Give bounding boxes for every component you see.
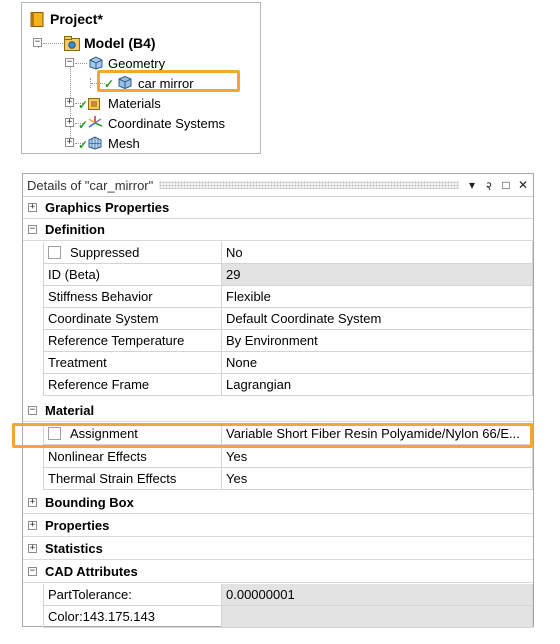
expand-toggle[interactable]: + [65, 98, 74, 107]
property-label: Nonlinear Effects [43, 446, 221, 468]
property-value[interactable]: Default Coordinate System [221, 308, 533, 330]
close-icon[interactable]: ✕ [516, 178, 530, 192]
property-value[interactable]: None [221, 352, 533, 374]
tree-node-label: Coordinate Systems [108, 115, 226, 131]
tree-node-coordinate-systems[interactable]: ✓ Coordinate Systems [78, 113, 226, 133]
highlight-callout [12, 423, 533, 448]
property-row-part-tolerance: PartTolerance: 0.00000001 [23, 584, 533, 606]
tree-node-label: Project* [50, 11, 103, 27]
property-label: Coordinate System [43, 308, 221, 330]
group-label: Definition [45, 222, 105, 237]
property-row-color: Color:143.175.143 [23, 606, 533, 628]
group-label: Properties [45, 518, 110, 533]
expand-toggle[interactable]: + [28, 521, 37, 530]
property-row-coordinate-system[interactable]: Coordinate System Default Coordinate Sys… [23, 308, 533, 330]
property-value[interactable]: Lagrangian [221, 374, 533, 396]
expand-toggle[interactable]: + [28, 544, 37, 553]
expand-toggle[interactable]: + [28, 498, 37, 507]
property-value[interactable]: No [221, 242, 533, 264]
property-label: ID (Beta) [43, 264, 221, 286]
property-label: PartTolerance: [43, 584, 221, 606]
property-label: Thermal Strain Effects [43, 468, 221, 490]
group-label: Bounding Box [45, 495, 134, 510]
dropdown-arrow-icon[interactable]: ▾ [465, 178, 479, 192]
tree-node-materials[interactable]: ✓ Materials [78, 93, 161, 113]
tree-node-project[interactable]: Project* [30, 9, 103, 29]
property-label: Reference Temperature [43, 330, 221, 352]
model-icon [64, 36, 80, 51]
pin-icon[interactable]: २ [482, 177, 496, 194]
highlight-callout [97, 70, 240, 92]
group-label: Statistics [45, 541, 103, 556]
group-statistics[interactable]: + Statistics [23, 538, 533, 560]
expand-toggle[interactable]: + [28, 203, 37, 212]
collapse-toggle[interactable]: − [33, 38, 42, 47]
details-header: Details of "car_mirror" ▾ २ □ ✕ [23, 174, 533, 197]
details-title: Details of "car_mirror" [27, 177, 154, 193]
tree-node-mesh[interactable]: ✓ Mesh [78, 133, 140, 153]
tree-node-label: Materials [108, 95, 161, 111]
expand-toggle[interactable]: + [65, 138, 74, 147]
property-label: Suppressed [43, 242, 221, 264]
geometry-icon [88, 56, 104, 70]
collapse-toggle[interactable]: − [28, 406, 37, 415]
collapse-toggle[interactable]: − [28, 225, 37, 234]
group-properties[interactable]: + Properties [23, 515, 533, 537]
property-row-nonlinear-effects[interactable]: Nonlinear Effects Yes [23, 446, 533, 468]
tree-connector [43, 43, 63, 44]
property-value[interactable]: Flexible [221, 286, 533, 308]
mesh-icon: ✓ [78, 136, 102, 151]
group-graphics-properties[interactable]: + Graphics Properties [23, 197, 533, 219]
expand-toggle[interactable]: + [65, 118, 74, 127]
checkbox[interactable] [48, 246, 61, 259]
property-row-reference-temperature[interactable]: Reference Temperature By Environment [23, 330, 533, 352]
group-material[interactable]: − Material [23, 400, 533, 422]
header-grip[interactable] [159, 181, 459, 189]
details-panel: Details of "car_mirror" ▾ २ □ ✕ + Graphi… [22, 173, 534, 628]
property-value [221, 606, 533, 628]
property-label: Color:143.175.143 [43, 606, 221, 628]
property-label: Reference Frame [43, 374, 221, 396]
tree-node-label: Model (B4) [84, 35, 156, 51]
property-value[interactable]: By Environment [221, 330, 533, 352]
property-row-thermal-strain-effects[interactable]: Thermal Strain Effects Yes [23, 468, 533, 490]
tree-connector [75, 63, 87, 64]
group-definition[interactable]: − Definition [23, 219, 533, 241]
property-row-reference-frame[interactable]: Reference Frame Lagrangian [23, 374, 533, 396]
property-row-suppressed[interactable]: Suppressed No [23, 242, 533, 264]
property-value[interactable]: Yes [221, 468, 533, 490]
property-value[interactable]: Yes [221, 446, 533, 468]
materials-icon: ✓ [78, 96, 100, 111]
project-book-icon [30, 12, 46, 27]
maximize-icon[interactable]: □ [499, 178, 513, 192]
property-row-treatment[interactable]: Treatment None [23, 352, 533, 374]
property-label: Treatment [43, 352, 221, 374]
collapse-toggle[interactable]: − [65, 58, 74, 67]
tree-node-label: Mesh [108, 135, 140, 151]
property-value: 29 [221, 264, 533, 286]
group-label: Graphics Properties [45, 200, 170, 215]
coordinate-systems-icon: ✓ [78, 116, 103, 131]
collapse-toggle[interactable]: − [28, 567, 37, 576]
group-bounding-box[interactable]: + Bounding Box [23, 492, 533, 514]
group-label: CAD Attributes [45, 564, 138, 579]
property-label: Stiffness Behavior [43, 286, 221, 308]
group-cad-attributes[interactable]: − CAD Attributes [23, 561, 533, 583]
tree-node-model[interactable]: Model (B4) [64, 33, 156, 53]
tree-node-label: Geometry [108, 55, 166, 71]
property-row-id: ID (Beta) 29 [23, 264, 533, 286]
property-row-stiffness-behavior[interactable]: Stiffness Behavior Flexible [23, 286, 533, 308]
property-value: 0.00000001 [221, 584, 533, 606]
group-label: Material [45, 403, 95, 418]
